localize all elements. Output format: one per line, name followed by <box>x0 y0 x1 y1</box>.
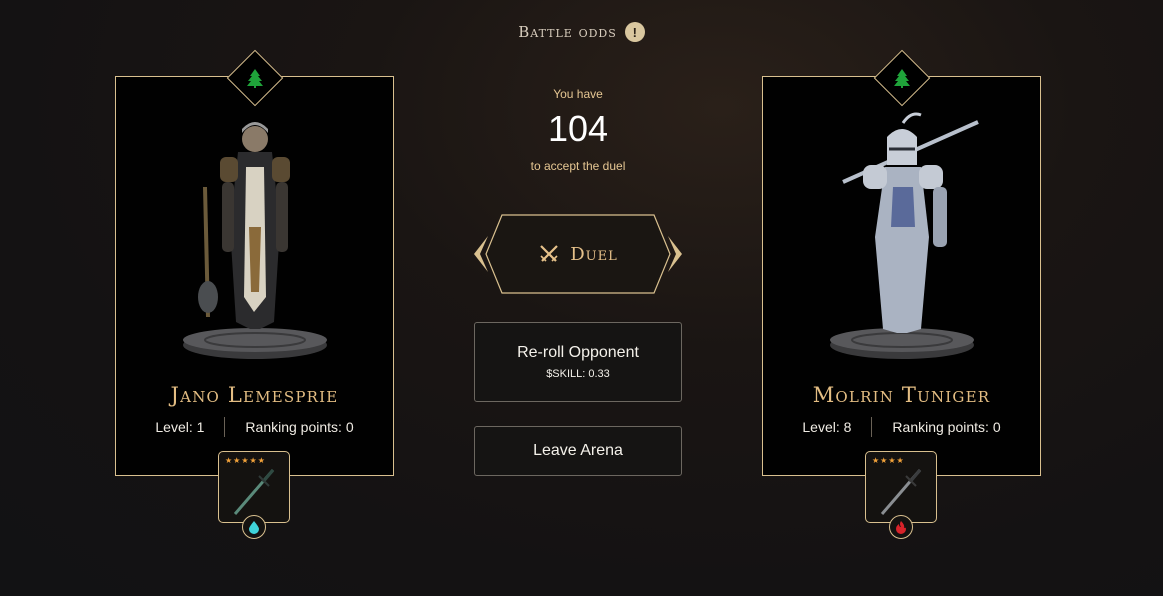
opponent-level: Level: 8 <box>802 419 852 435</box>
stats-divider <box>871 417 873 437</box>
player-level: Level: 1 <box>155 419 205 435</box>
player-ranking-points: Ranking points: 0 <box>245 419 354 435</box>
player-stats: Level: 1 Ranking points: 0 <box>116 417 393 437</box>
player-card: Jano Lemesprie Level: 1 Ranking points: … <box>115 49 394 476</box>
battle-odds-header: Battle odds ! <box>0 22 1163 42</box>
tree-icon <box>246 69 263 88</box>
opponent-ranking-points: Ranking points: 0 <box>892 419 1001 435</box>
reroll-label: Re-roll Opponent <box>517 344 639 361</box>
opponent-character-portrait <box>830 112 979 359</box>
info-icon[interactable]: ! <box>624 22 645 42</box>
player-weapon-element <box>242 515 266 539</box>
reroll-opponent-button[interactable]: Re-roll Opponent $SKILL: 0.33 <box>474 322 682 402</box>
opponent-weapon-slot[interactable]: ★★★★ <box>865 451 937 523</box>
tree-icon <box>893 69 910 88</box>
player-weapon-slot[interactable]: ★★★★★ <box>218 451 290 523</box>
countdown-timer: 104 <box>547 108 609 149</box>
stats-divider <box>224 417 226 437</box>
sword-icon <box>880 469 922 515</box>
opponent-weapon-element <box>889 515 913 539</box>
duel-label: Duel <box>570 243 618 265</box>
opponent-stats: Level: 8 Ranking points: 0 <box>763 417 1040 437</box>
sword-icon <box>233 469 275 515</box>
countdown-suffix: to accept the duel <box>530 159 626 173</box>
water-drop-icon <box>249 521 259 534</box>
player-name: Jano Lemesprie <box>170 383 339 407</box>
crossed-swords-icon <box>540 245 559 262</box>
reroll-cost: $SKILL: 0.33 <box>546 368 610 380</box>
duel-button[interactable]: Duel <box>474 214 682 294</box>
countdown-prefix: You have <box>553 87 603 101</box>
battle-odds-title: Battle odds <box>518 23 617 41</box>
opponent-name: Molrin Tuniger <box>812 383 991 407</box>
player-character-portrait <box>183 122 327 359</box>
opponent-card: Molrin Tuniger Level: 8 Ranking points: … <box>762 49 1041 476</box>
leave-arena-button[interactable]: Leave Arena <box>474 426 682 476</box>
fire-icon <box>896 521 906 534</box>
leave-arena-label: Leave Arena <box>533 442 623 459</box>
